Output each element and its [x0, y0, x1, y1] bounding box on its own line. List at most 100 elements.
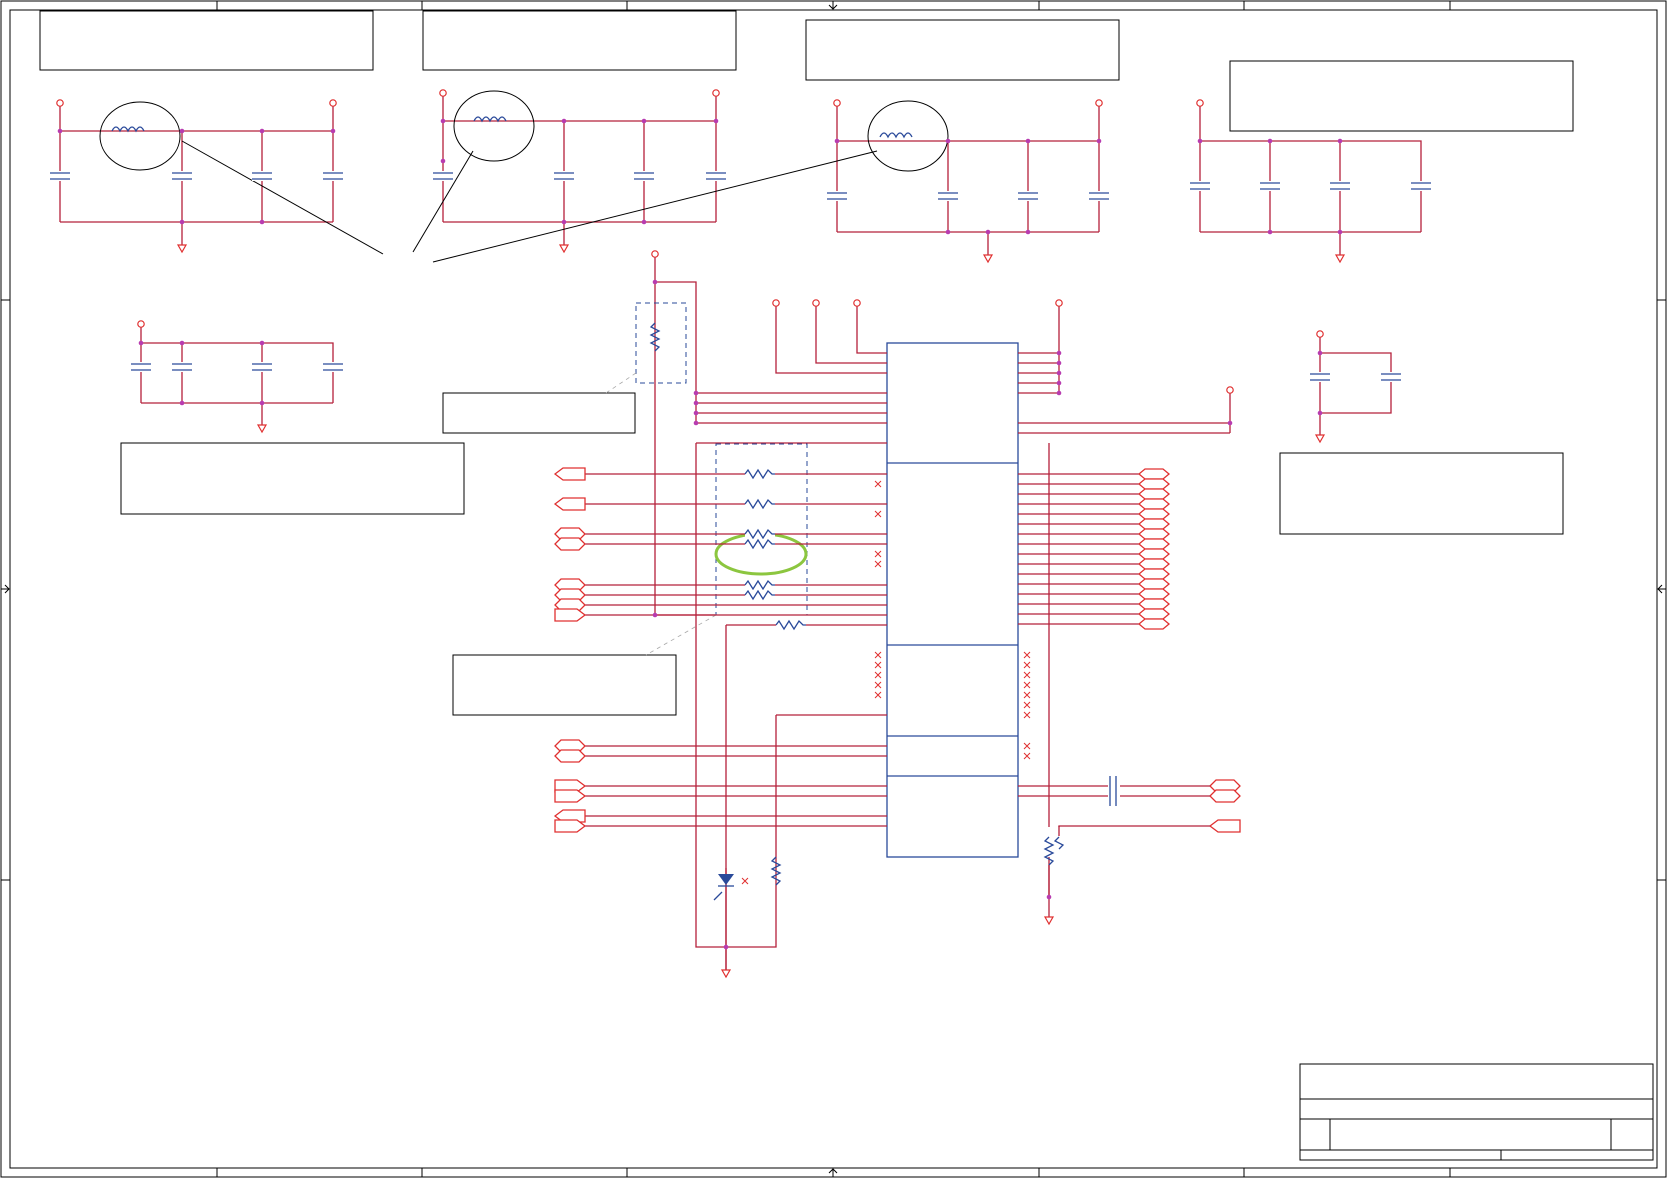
capacitor-icon	[706, 171, 726, 181]
net-port-icon	[1137, 598, 1171, 610]
net-port-icon	[1137, 568, 1171, 580]
junction-dot-icon	[945, 229, 951, 235]
no-connect-icon	[1023, 691, 1031, 699]
junction-dot-icon	[561, 118, 567, 124]
no-connect-icon	[874, 510, 882, 518]
capacitor-icon	[1260, 181, 1280, 191]
ground-symbol-icon	[1314, 434, 1326, 444]
capacitor-icon	[131, 362, 151, 372]
junction-dot-icon	[1267, 229, 1273, 235]
no-connect-icon	[1023, 742, 1031, 750]
power-flag-icon	[772, 299, 780, 307]
inductor-highlight-circle-2	[453, 90, 535, 162]
junction-dot-icon	[57, 128, 63, 134]
net-port-icon	[1137, 618, 1171, 630]
power-flag-icon	[56, 99, 64, 107]
right-signal-net	[1018, 598, 1171, 610]
note-box-8	[452, 654, 677, 716]
power-flag-icon	[712, 89, 720, 97]
right-signal-net	[1018, 488, 1171, 500]
no-connect-icon	[874, 661, 882, 669]
power-flag-icon	[1316, 330, 1324, 338]
junction-dot-icon	[1046, 894, 1052, 900]
junction-dot-icon	[641, 219, 647, 225]
capacitor-icon	[323, 362, 343, 372]
power-filter-1	[59, 101, 334, 245]
main-ic-section-dividers	[887, 462, 1018, 777]
capacitor-icon	[634, 171, 654, 181]
right-signal-net	[1018, 468, 1171, 480]
power-flag-icon	[1095, 99, 1103, 107]
net-port-icon	[1209, 789, 1241, 803]
right-signal-net	[1208, 819, 1241, 833]
ground-symbol-icon	[256, 424, 268, 434]
note-box-6	[120, 442, 465, 515]
note-box-4	[1229, 60, 1574, 132]
left-signal-net	[554, 739, 887, 753]
capacitor-icon	[50, 171, 70, 181]
right-signal-net	[1018, 478, 1171, 490]
left-signal-net	[554, 537, 887, 551]
right-signal-net	[1018, 508, 1171, 520]
junction-dot-icon	[330, 128, 336, 134]
ground-symbol-icon	[176, 244, 188, 254]
right-signal-net	[1018, 528, 1171, 540]
power-filter-3	[836, 100, 1100, 255]
ground-symbol-icon	[1334, 254, 1346, 264]
capacitor-icon	[172, 171, 192, 181]
junction-dot-icon	[440, 118, 446, 124]
junction-dot-icon	[1337, 229, 1343, 235]
net-port-icon	[1137, 578, 1171, 590]
left-signal-net	[554, 749, 887, 763]
capacitors	[50, 171, 1431, 382]
net-port-icon	[1137, 488, 1171, 500]
net-port-icon	[1137, 548, 1171, 560]
title-block	[1299, 1063, 1654, 1161]
no-connect-icon	[1023, 711, 1031, 719]
coupling-capacitor	[1109, 776, 1117, 806]
junction-dot-icon	[1056, 390, 1062, 396]
right-signal-net	[1018, 618, 1171, 630]
power-flag-icon	[1196, 99, 1204, 107]
junction-dot-icon	[138, 340, 144, 346]
no-connect-icon	[874, 691, 882, 699]
right-signal-net	[1018, 558, 1171, 570]
ground-symbol-icon	[558, 244, 570, 254]
note-box-7	[1279, 452, 1564, 535]
left-signal-net	[553, 467, 887, 481]
no-connect-icon	[1023, 681, 1031, 689]
no-connect-icon	[874, 681, 882, 689]
ground-symbols	[176, 244, 1346, 979]
right-signal-net	[1018, 518, 1171, 530]
left-signal-net	[553, 497, 887, 511]
junction-dot-icon	[259, 340, 265, 346]
junction-dot-icon	[985, 229, 991, 235]
net-port-icon	[553, 467, 586, 481]
capacitor-icon	[252, 171, 272, 181]
no-connect-icon	[874, 651, 882, 659]
junction-dot-icon	[1317, 410, 1323, 416]
right-signals	[1018, 468, 1241, 833]
right-signal-net	[1018, 548, 1171, 560]
junction-dot-icon	[179, 340, 185, 346]
junction-dot-icon	[1056, 360, 1062, 366]
junction-dot-icon	[652, 279, 658, 285]
net-port-icon	[1137, 588, 1171, 600]
junction-dot-icon	[693, 400, 699, 406]
power-flag-icon	[853, 299, 861, 307]
junction-dot-icon	[259, 128, 265, 134]
power-flag-icon	[651, 250, 659, 258]
right-signal-net	[1018, 588, 1171, 600]
main-ic-body	[886, 342, 1019, 858]
junction-dot-icon	[945, 138, 951, 144]
power-flag-icon	[1055, 299, 1063, 307]
junction-dot-icon	[1227, 420, 1233, 426]
junction-dot-icon	[723, 944, 729, 950]
left-signal-net	[554, 789, 887, 803]
left-signal-net	[554, 578, 887, 592]
junction-dot-icon	[440, 158, 446, 164]
no-connect-icon	[874, 480, 882, 488]
left-signal-net	[554, 588, 887, 602]
series-resistor	[775, 619, 806, 631]
net-port-icon	[554, 789, 587, 803]
